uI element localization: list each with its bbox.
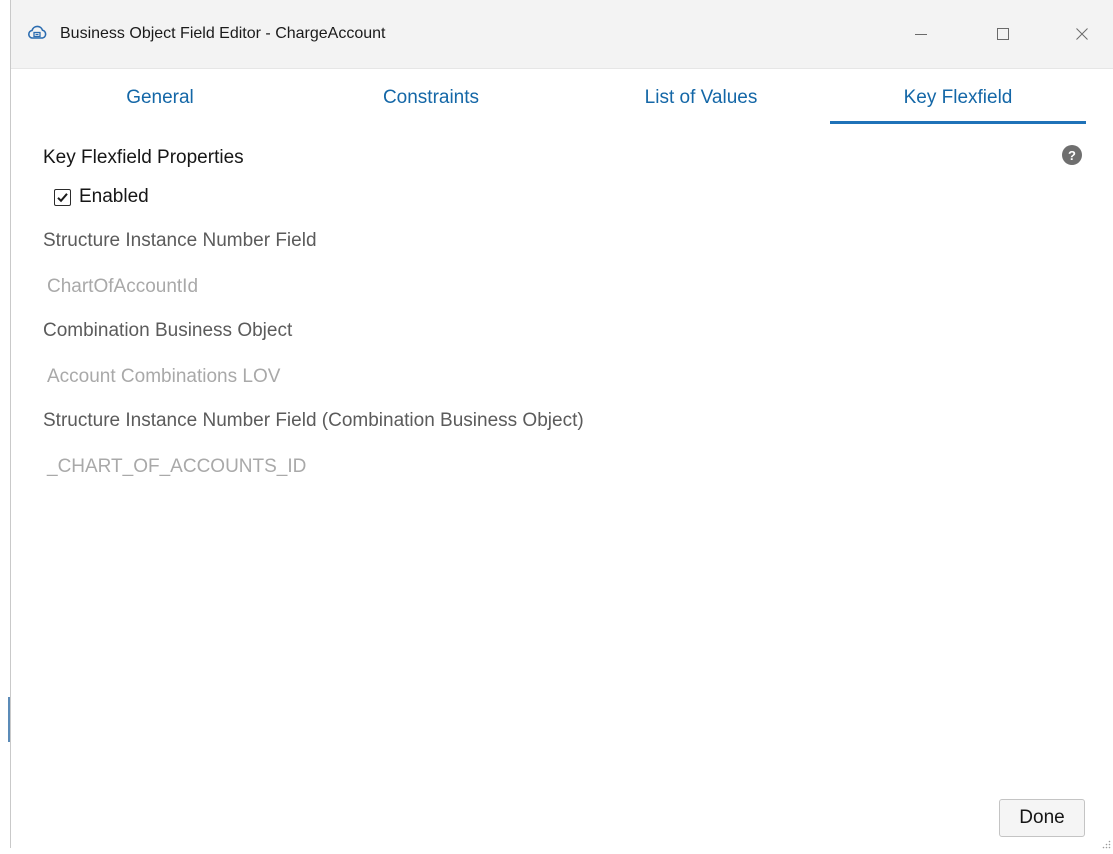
cloud-icon — [26, 22, 48, 44]
structure-instance-number-field-label: Structure Instance Number Field — [43, 230, 317, 251]
resize-grip-icon[interactable] — [1101, 836, 1111, 849]
background-window-edge — [0, 0, 10, 848]
help-icon[interactable]: ? — [1062, 145, 1082, 165]
close-icon — [1075, 27, 1089, 41]
structure-instance-number-field-value: ChartOfAccountId — [47, 276, 199, 297]
title-bar[interactable]: Business Object Field Editor - ChargeAcc… — [11, 0, 1113, 69]
checkmark-icon — [57, 192, 68, 202]
combination-business-object-value: Account Combinations LOV — [47, 366, 281, 387]
field-editor-dialog: Business Object Field Editor - ChargeAcc… — [10, 0, 1113, 849]
enabled-checkbox[interactable] — [54, 188, 71, 206]
minimize-button[interactable] — [898, 14, 944, 54]
tab-label: Key Flexfield — [903, 87, 1013, 108]
enabled-label: Enabled — [79, 186, 149, 207]
tab-label: Constraints — [382, 87, 480, 108]
minimize-icon — [914, 27, 928, 41]
close-button[interactable] — [1059, 14, 1105, 54]
tab-list-of-values[interactable]: List of Values — [616, 68, 786, 128]
tab-general[interactable]: General — [85, 68, 235, 128]
tab-key-flexfield[interactable]: Key Flexfield — [830, 68, 1086, 128]
active-tab-indicator — [830, 121, 1086, 124]
done-button[interactable]: Done — [999, 799, 1085, 837]
tab-label: General — [126, 87, 194, 108]
combination-structure-field-label: Structure Instance Number Field (Combina… — [43, 410, 584, 431]
combination-structure-field-value: _CHART_OF_ACCOUNTS_ID — [47, 456, 307, 477]
maximize-icon — [996, 27, 1010, 41]
section-title: Key Flexfield Properties — [43, 147, 244, 168]
tab-constraints[interactable]: Constraints — [356, 68, 506, 128]
maximize-button[interactable] — [980, 14, 1026, 54]
tab-bar: General Constraints List of Values Key F… — [11, 68, 1113, 128]
combination-business-object-label: Combination Business Object — [43, 320, 293, 341]
enabled-checkbox-row[interactable]: Enabled — [43, 185, 149, 209]
tab-label: List of Values — [644, 87, 758, 108]
window-title: Business Object Field Editor - ChargeAcc… — [60, 25, 386, 42]
